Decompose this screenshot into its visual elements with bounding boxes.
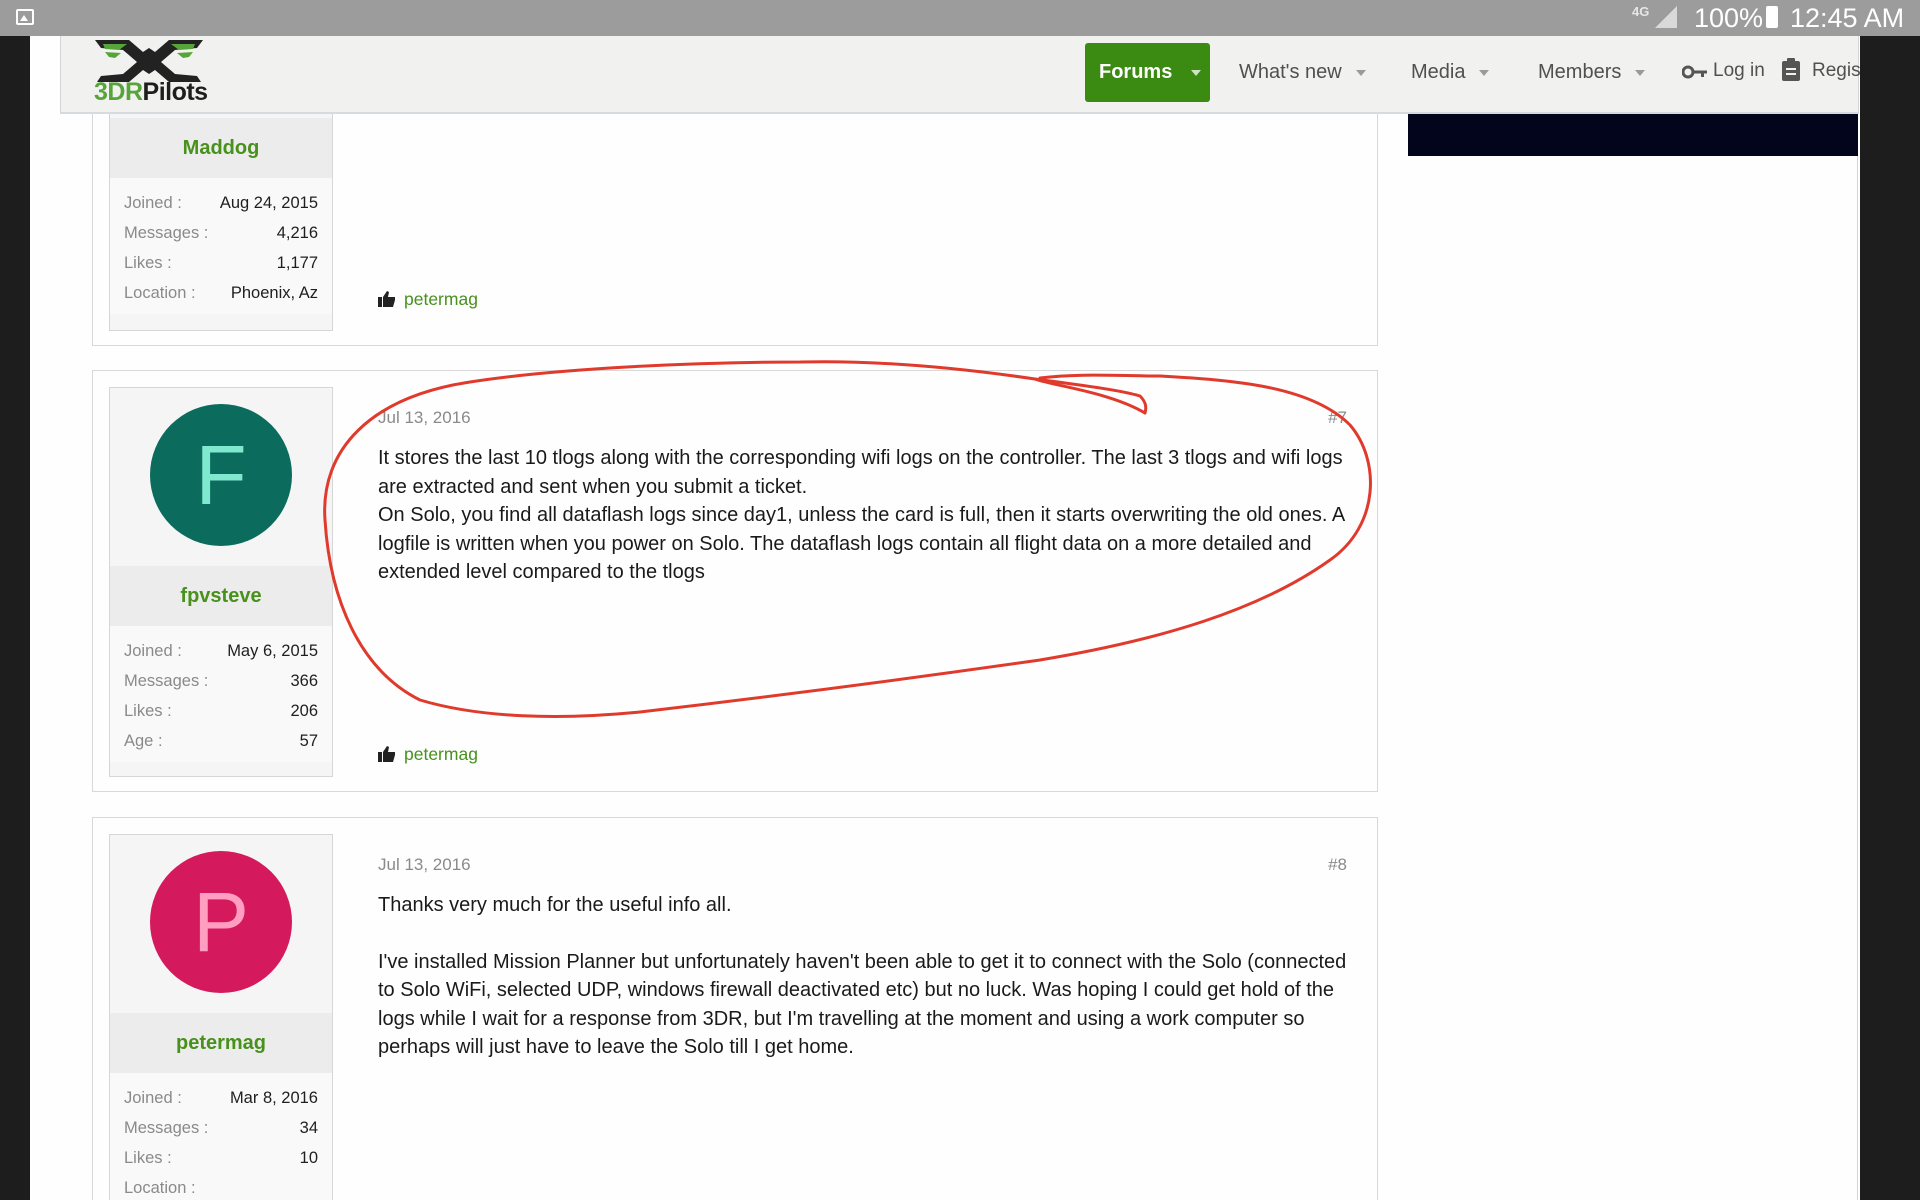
nav-forums[interactable]: Forums bbox=[1085, 43, 1210, 102]
gallery-icon bbox=[16, 9, 34, 25]
user-stats: Joined : Mar 8, 2016 Messages :34 Likes :… bbox=[110, 1073, 332, 1200]
site-logo-text[interactable]: 3DRPilots bbox=[94, 78, 208, 107]
post-7: F fpvsteve Joined : May 6, 2015 Messages … bbox=[92, 370, 1378, 792]
stat-row: Joined : Aug 24, 2015 bbox=[124, 194, 318, 212]
stat-row: Joined : Mar 8, 2016 bbox=[124, 1089, 318, 1107]
stat-row: Likes :10 bbox=[124, 1149, 318, 1167]
username-link[interactable]: Maddog bbox=[110, 118, 332, 178]
nav-members[interactable]: Members bbox=[1538, 61, 1646, 84]
avatar[interactable]: P bbox=[150, 851, 292, 993]
clock: 12:45 AM bbox=[1790, 3, 1905, 33]
post-number[interactable]: #7 bbox=[1328, 408, 1347, 428]
post-paragraph: On Solo, you find all dataflash logs sin… bbox=[378, 504, 1345, 583]
post-date[interactable]: Jul 13, 2016 bbox=[378, 408, 471, 428]
status-bar: 4G 100% 12:45 AM bbox=[0, 0, 1920, 36]
user-stats: Joined : Aug 24, 2015 Messages :4,216 Lik… bbox=[110, 178, 332, 314]
username-link[interactable]: petermag bbox=[110, 1013, 332, 1073]
nav-media[interactable]: Media bbox=[1411, 61, 1490, 84]
stat-row: Likes :1,177 bbox=[124, 254, 318, 272]
post-paragraph: Thanks very much for the useful info all… bbox=[378, 894, 732, 916]
battery-icon bbox=[1766, 6, 1778, 28]
chevron-down-icon[interactable] bbox=[1479, 69, 1490, 76]
nav-members-label: Members bbox=[1538, 61, 1622, 83]
thumbs-up-icon bbox=[378, 291, 395, 307]
post-paragraph: I've installed Mission Planner but unfor… bbox=[378, 950, 1347, 1059]
message-arrow bbox=[333, 424, 343, 442]
stat-row: Location : bbox=[124, 1179, 196, 1197]
avatar-area: F bbox=[110, 388, 343, 566]
user-block: P petermag Joined : Mar 8, 2016 Messages … bbox=[109, 834, 343, 1200]
username-link[interactable]: fpvsteve bbox=[110, 566, 332, 626]
page: 3DRPilots Forums What's new Media Member… bbox=[30, 36, 1860, 1200]
likes-bar: petermag bbox=[378, 744, 478, 765]
message-arrow bbox=[333, 871, 343, 889]
sidebar-ad-banner[interactable] bbox=[1408, 112, 1858, 156]
clipboard-icon bbox=[1782, 58, 1800, 81]
network-indicator: 4G bbox=[1632, 4, 1650, 19]
stat-row: Age :57 bbox=[124, 732, 318, 750]
nav-media-label: Media bbox=[1411, 61, 1466, 83]
stat-row: Location : Phoenix, Az bbox=[124, 284, 318, 302]
post-date[interactable]: Jul 13, 2016 bbox=[378, 855, 471, 875]
stat-row: Messages :34 bbox=[124, 1119, 318, 1137]
nav-whats-new[interactable]: What's new bbox=[1239, 61, 1366, 84]
login-link[interactable]: Log in bbox=[1713, 60, 1765, 82]
battery-percent: 100% bbox=[1694, 3, 1764, 33]
avatar[interactable]: F bbox=[150, 404, 292, 546]
post-8: P petermag Joined : Mar 8, 2016 Messages … bbox=[92, 817, 1378, 1200]
stat-row: Joined : May 6, 2015 bbox=[124, 642, 318, 660]
thumbs-up-icon bbox=[378, 746, 395, 762]
post-body: It stores the last 10 tlogs along with t… bbox=[378, 444, 1368, 587]
liked-by-link[interactable]: petermag bbox=[404, 289, 478, 309]
user-block: F fpvsteve Joined : May 6, 2015 Messages … bbox=[109, 387, 343, 777]
key-icon bbox=[1682, 65, 1707, 79]
chevron-down-icon[interactable] bbox=[1191, 70, 1201, 76]
signal-icon bbox=[1655, 6, 1677, 28]
liked-by-link[interactable]: petermag bbox=[404, 744, 478, 764]
post-number[interactable]: #8 bbox=[1328, 855, 1347, 875]
register-link[interactable]: Register bbox=[1812, 60, 1860, 82]
site-header: 3DRPilots Forums What's new Media Member… bbox=[60, 36, 1860, 114]
chevron-down-icon[interactable] bbox=[1355, 69, 1366, 76]
chevron-down-icon[interactable] bbox=[1635, 69, 1646, 76]
post-paragraph: It stores the last 10 tlogs along with t… bbox=[378, 447, 1343, 498]
post-body: Thanks very much for the useful info all… bbox=[378, 891, 1368, 1062]
sidebar-divider bbox=[1857, 112, 1858, 1200]
likes-bar: petermag bbox=[378, 289, 478, 310]
stat-row: Likes :206 bbox=[124, 702, 318, 720]
avatar-area: P bbox=[110, 835, 343, 1013]
user-stats: Joined : May 6, 2015 Messages :366 Likes … bbox=[110, 626, 332, 762]
nav-whats-new-label: What's new bbox=[1239, 61, 1342, 83]
stat-row: Messages :366 bbox=[124, 672, 318, 690]
stat-row: Messages :4,216 bbox=[124, 224, 318, 242]
nav-forums-label: Forums bbox=[1099, 61, 1173, 83]
